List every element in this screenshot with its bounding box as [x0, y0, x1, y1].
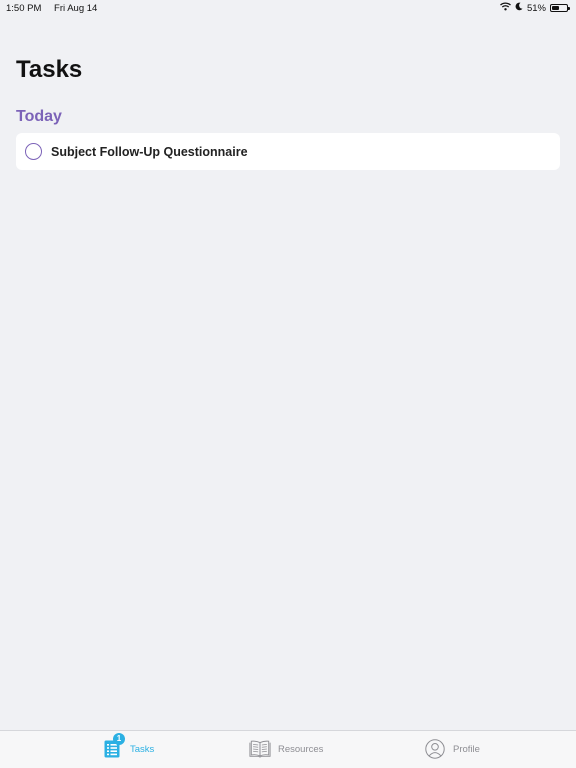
tab-bar: 1 Tasks Resources Profile — [0, 730, 576, 768]
status-time: 1:50 PM — [6, 3, 42, 14]
status-right: 51% — [500, 2, 570, 14]
tab-resources[interactable]: Resources — [249, 739, 323, 759]
status-date: Fri Aug 14 — [54, 3, 98, 14]
battery-level — [552, 6, 560, 10]
wifi-icon — [500, 2, 511, 14]
profile-icon — [424, 739, 446, 759]
page-title: Tasks — [16, 56, 83, 83]
tab-label: Tasks — [130, 743, 155, 755]
tab-profile[interactable]: Profile — [424, 739, 480, 759]
tab-tasks[interactable]: 1 Tasks — [101, 733, 155, 759]
task-label: Subject Follow-Up Questionnaire — [51, 144, 248, 159]
task-item[interactable]: Subject Follow-Up Questionnaire — [16, 133, 560, 170]
notification-badge: 1 — [113, 733, 125, 745]
status-left: 1:50 PM Fri Aug 14 — [6, 3, 97, 14]
tab-label: Resources — [278, 743, 324, 755]
battery-icon — [550, 4, 570, 12]
section-title-today: Today — [16, 108, 62, 125]
task-list-icon: 1 — [101, 733, 125, 759]
task-list: Subject Follow-Up Questionnaire — [16, 133, 560, 170]
moon-icon — [515, 2, 523, 14]
status-bar: 1:50 PM Fri Aug 14 51% — [0, 0, 576, 16]
book-icon — [249, 739, 271, 759]
checkbox-circle-icon[interactable] — [25, 143, 42, 160]
battery-percent: 51% — [526, 2, 546, 14]
tab-label: Profile — [453, 743, 480, 755]
